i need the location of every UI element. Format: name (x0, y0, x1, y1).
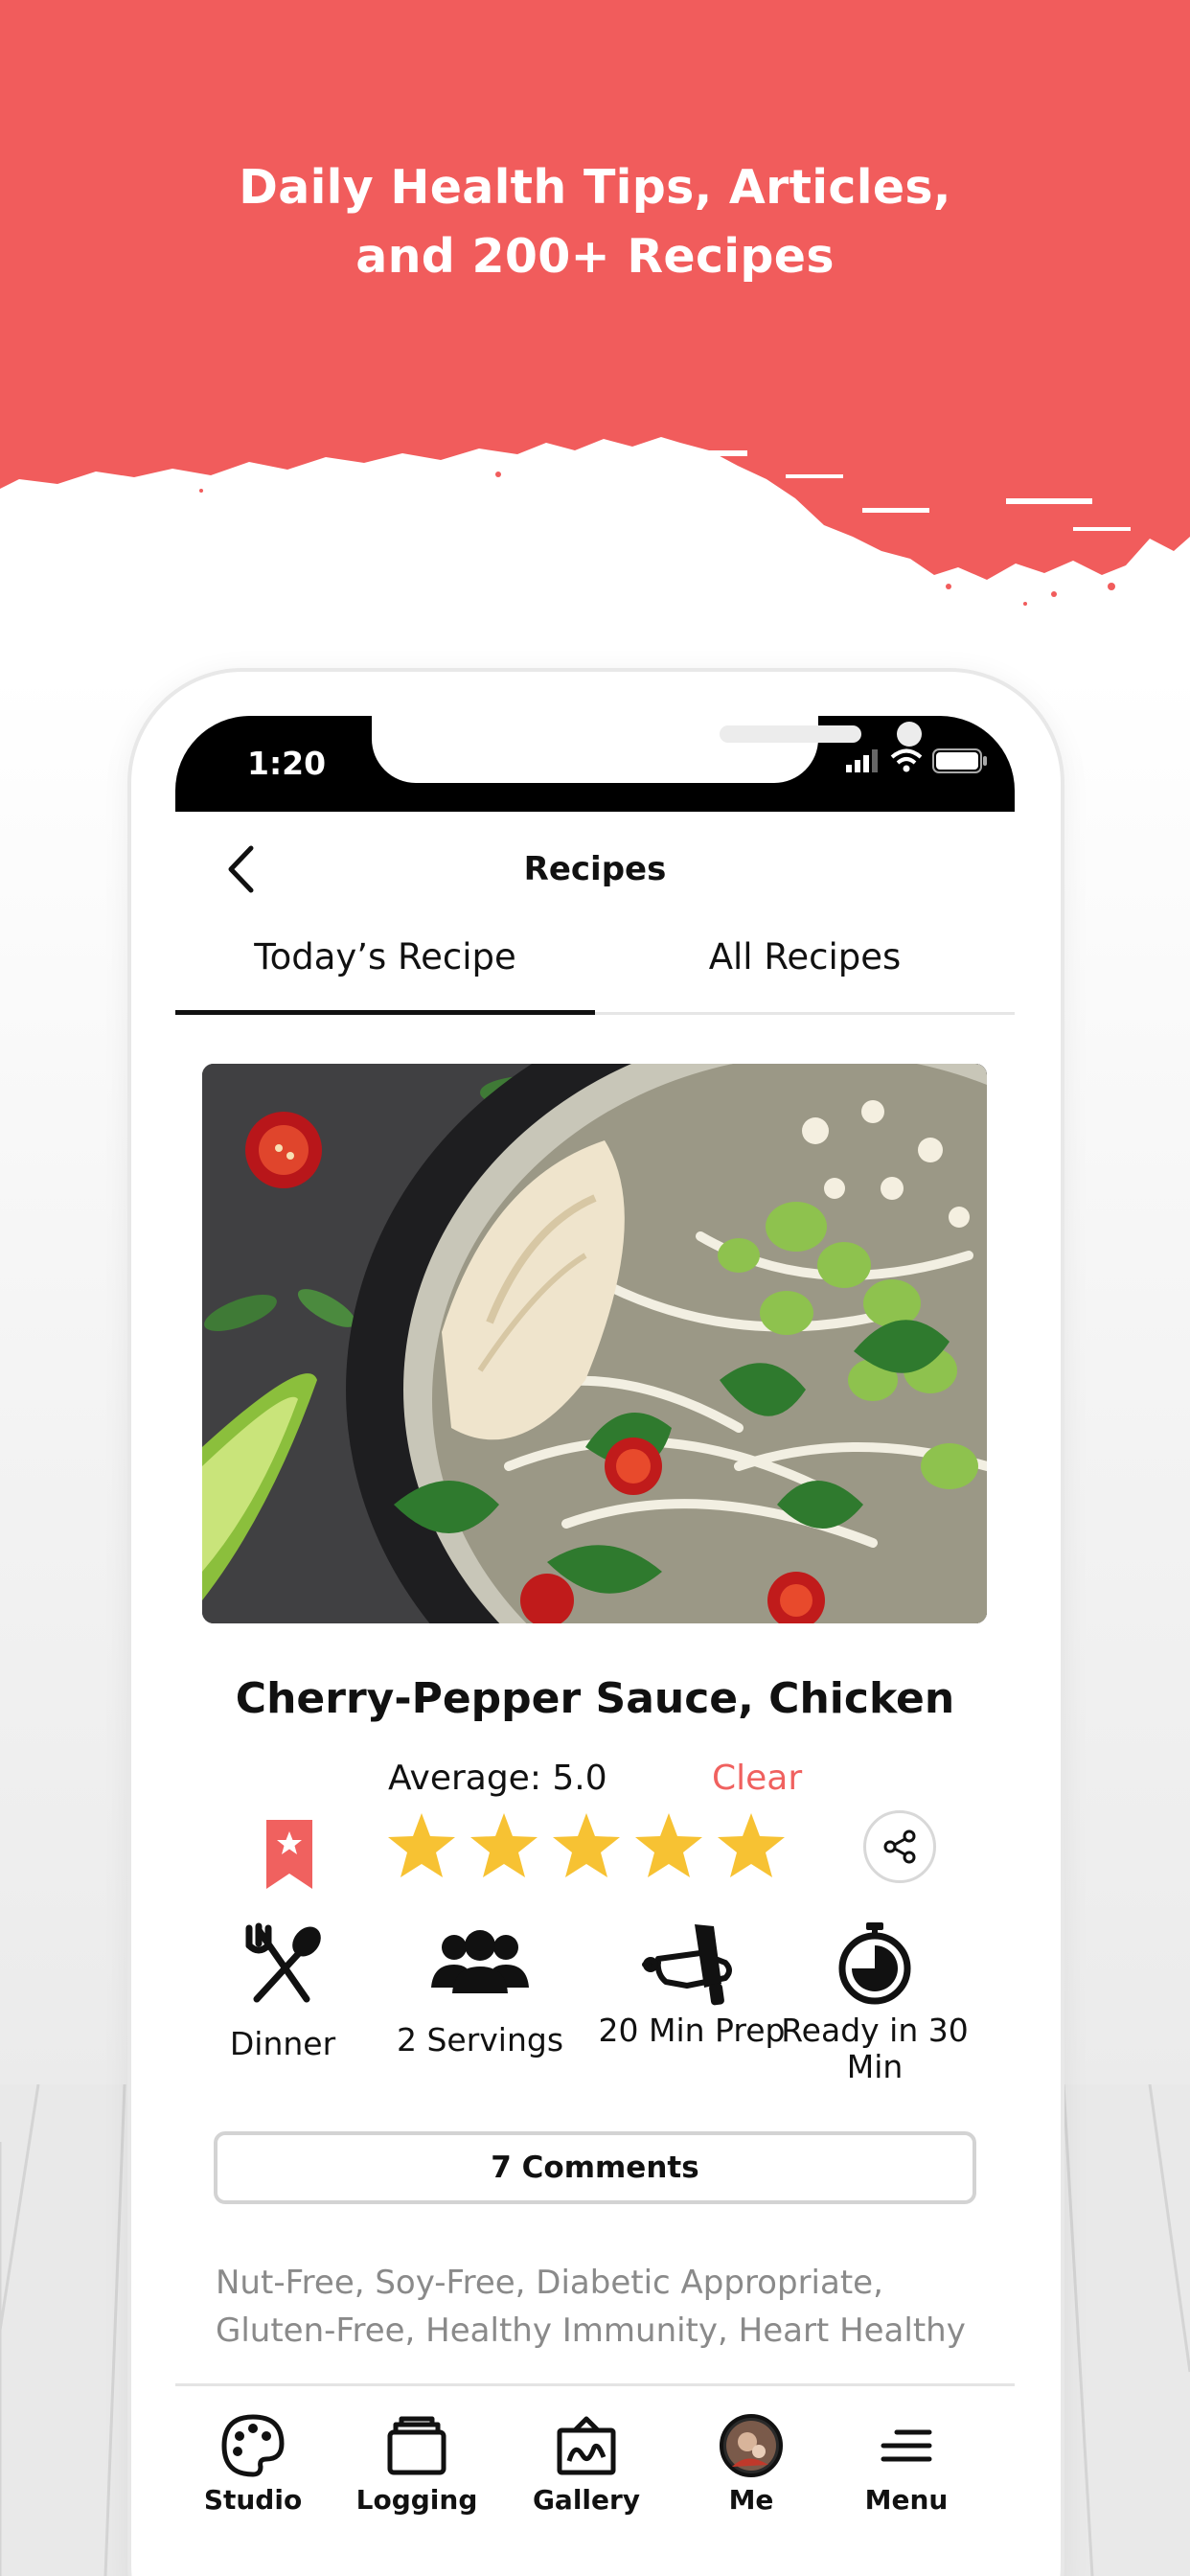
menu-icon (881, 2429, 932, 2462)
avatar-icon (720, 2414, 783, 2477)
timer-icon (838, 1922, 911, 2005)
tab-all-recipes[interactable]: All Recipes (595, 923, 1015, 1012)
average-rating: Average: 5.0 (388, 1759, 607, 1798)
meal-type: Dinner (187, 1920, 378, 2062)
front-camera (897, 722, 922, 747)
recipe-details: Dinner 2 Servings 20 Min Prep Ready in 3… (175, 1920, 1015, 2112)
star-icon[interactable] (551, 1810, 622, 1881)
nav-me[interactable]: Me (679, 2413, 823, 2516)
nav-menu[interactable]: Menu (835, 2413, 978, 2516)
clear-rating-button[interactable]: Clear (712, 1759, 802, 1798)
nav-gallery[interactable]: Gallery (515, 2413, 658, 2516)
battery-icon (932, 748, 987, 773)
promo-headline-line2: and 200+ Recipes (355, 229, 835, 284)
people-icon (431, 1930, 529, 1993)
bottom-nav: Studio Logging Gallery Me Menu (175, 2383, 1015, 2576)
utensils-icon (245, 1922, 321, 2003)
page-title: Recipes (523, 850, 667, 888)
nav-gallery-label: Gallery (532, 2484, 641, 2516)
nav-studio[interactable]: Studio (181, 2413, 325, 2516)
gallery-icon (557, 2416, 616, 2475)
nav-bar: Recipes (175, 812, 1015, 923)
cutting-board-icon (642, 1924, 732, 2006)
recipe-tabs: Today’s Recipe All Recipes (175, 923, 1015, 1015)
promo-headline: Daily Health Tips, Articles, and 200+ Re… (0, 153, 1190, 291)
servings: 2 Servings (384, 1920, 576, 2058)
prep-time: 20 Min Prep (596, 1920, 788, 2049)
recipe-tags: Nut-Free, Soy-Free, Diabetic Appropriate… (216, 2264, 966, 2350)
servings-label: 2 Servings (396, 2021, 564, 2058)
star-icon[interactable] (716, 1810, 787, 1881)
phone-screen: 1:20 Recipes Today’s Recipe All Recipes … (175, 716, 1015, 2576)
promo-headline-line1: Daily Health Tips, Articles, (239, 160, 951, 215)
status-time: 1:20 (247, 745, 327, 782)
nav-studio-label: Studio (203, 2484, 303, 2516)
share-icon (883, 1829, 916, 1864)
share-button[interactable] (863, 1810, 936, 1883)
promo-banner (0, 0, 1190, 606)
status-icons (846, 747, 988, 775)
star-rating (386, 1810, 787, 1881)
status-bar: 1:20 (175, 716, 1015, 812)
signal-icon (846, 749, 878, 772)
nav-menu-label: Menu (864, 2484, 949, 2516)
food-bowl-illustration (202, 1064, 987, 1623)
ready-time-label: Ready in 30 Min (781, 2012, 969, 2085)
prep-time-label: 20 Min Prep (598, 2012, 786, 2049)
ready-time: Ready in 30 Min (779, 1920, 971, 2085)
nav-logging-label: Logging (355, 2484, 478, 2516)
wifi-icon (890, 748, 923, 772)
folder-icon (387, 2416, 446, 2475)
recipe-title: Cherry-Pepper Sauce, Chicken (235, 1674, 955, 1723)
phone-notch (372, 716, 922, 783)
comments-button[interactable]: 7 Comments (214, 2131, 976, 2204)
tab-todays-recipe[interactable]: Today’s Recipe (175, 923, 595, 1015)
nav-me-label: Me (728, 2484, 774, 2516)
star-icon[interactable] (469, 1810, 539, 1881)
star-icon[interactable] (633, 1810, 704, 1881)
palette-icon (221, 2414, 285, 2477)
nav-logging[interactable]: Logging (345, 2413, 489, 2516)
recipe-hero-image (202, 1064, 987, 1623)
speaker-grille (720, 725, 861, 743)
bookmark-icon[interactable] (264, 1818, 314, 1891)
meal-type-label: Dinner (229, 2025, 336, 2062)
star-icon[interactable] (386, 1810, 457, 1881)
